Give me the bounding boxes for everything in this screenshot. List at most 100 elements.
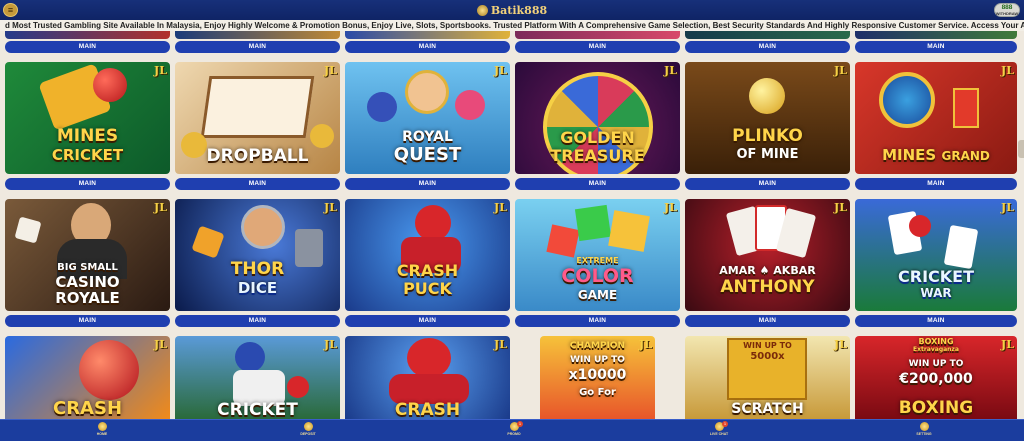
- game-title: COLOR: [561, 265, 634, 287]
- nav-setting[interactable]: SETTING: [904, 422, 944, 440]
- provider-badge: JL: [324, 64, 337, 77]
- main-button[interactable]: MAIN: [855, 178, 1017, 190]
- game-thumb-clipped[interactable]: [685, 31, 850, 39]
- main-button[interactable]: MAIN: [345, 315, 510, 327]
- game-title: TREASURE: [550, 146, 645, 165]
- nav-promo[interactable]: 1 PROMO: [494, 421, 534, 440]
- game-title: DICE: [237, 279, 278, 297]
- main-button[interactable]: MAIN: [515, 178, 680, 190]
- game-card-crash[interactable]: JL CRASH: [5, 336, 170, 419]
- deposit-icon: [303, 422, 313, 431]
- nav-label: LIVE CHAT: [709, 432, 729, 436]
- game-title: BOXING: [898, 398, 974, 418]
- nav-label: SETTING: [916, 432, 932, 436]
- game-card-thor-dice[interactable]: JL THOR DICE: [175, 199, 340, 311]
- nav-home[interactable]: HOME: [82, 422, 122, 440]
- main-button[interactable]: MAIN: [175, 41, 340, 53]
- game-card-dropball[interactable]: JL DROPBALL: [175, 62, 340, 174]
- helmet-graphic: [415, 205, 451, 241]
- marquee-ticker: d Most Trusted Gambling Site Available I…: [0, 20, 1024, 31]
- game-title: PUCK: [403, 279, 452, 298]
- game-card-extreme-color-game[interactable]: JL EXTREME COLOR GAME: [515, 199, 680, 311]
- game-title: CRICKET: [898, 267, 974, 286]
- game-card-cricket[interactable]: JL CRICKET: [175, 336, 340, 419]
- batsman-graphic: [235, 342, 265, 372]
- provider-badge: JL: [1001, 201, 1014, 214]
- main-button[interactable]: MAIN: [5, 178, 170, 190]
- game-card-scratch[interactable]: JL WIN UP TO 5000x SCRATCH: [685, 336, 850, 419]
- notification-badge: 1: [722, 421, 728, 427]
- game-thumb-clipped[interactable]: [515, 31, 680, 39]
- main-button[interactable]: MAIN: [685, 315, 850, 327]
- game-card-boxing[interactable]: JL BOXING Extravaganza WIN UP TO €200,00…: [855, 336, 1017, 419]
- game-card-golden-treasure[interactable]: JL GOLDEN TREASURE: [515, 62, 680, 174]
- main-button[interactable]: MAIN: [345, 41, 510, 53]
- king-graphic: [405, 70, 449, 114]
- nav-live-chat[interactable]: 1 LIVE CHAT: [699, 421, 739, 440]
- site-logo[interactable]: Batik888: [476, 4, 547, 17]
- game-title: WIN UP TO: [743, 341, 792, 350]
- nav-label: DEPOSIT: [300, 432, 316, 436]
- game-title: CRASH: [396, 261, 459, 280]
- ball-graphic: [79, 340, 139, 400]
- game-title: GAME: [577, 288, 618, 302]
- game-title: MINES GRAND: [882, 146, 990, 164]
- game-card-plinko-of-mine[interactable]: JL PLINKO OF MINE: [685, 62, 850, 174]
- game-thumb-clipped[interactable]: [345, 31, 510, 39]
- side-scroll-tab[interactable]: [1018, 140, 1024, 158]
- provider-badge: JL: [324, 338, 337, 351]
- nav-deposit[interactable]: DEPOSIT: [288, 422, 328, 440]
- game-card-crash-football[interactable]: JL CRASH: [345, 336, 510, 419]
- ball-graphic: [749, 78, 785, 114]
- game-title: THOR: [230, 259, 285, 279]
- main-button[interactable]: MAIN: [345, 178, 510, 190]
- setting-icon: [919, 422, 929, 431]
- notification-badge: 1: [517, 421, 523, 427]
- game-title: 5000x: [750, 351, 785, 362]
- game-title: CRASH: [52, 398, 123, 419]
- game-title: AMAR ♠ AKBAR: [719, 264, 816, 277]
- game-card-champion-scratch[interactable]: JL CHAMPION WIN UP TO x10000 Go For: [540, 336, 655, 419]
- game-thumb-clipped[interactable]: [855, 31, 1017, 39]
- nav-label: HOME: [96, 432, 108, 436]
- balance-badge[interactable]: 888 WITHDRAW: [994, 3, 1020, 17]
- game-thumb-clipped[interactable]: [5, 31, 170, 39]
- game-card-royal-quest[interactable]: JL ROYAL QUEST: [345, 62, 510, 174]
- provider-badge: JL: [494, 64, 507, 77]
- game-title: PLINKO: [732, 126, 803, 146]
- menu-icon[interactable]: ≡: [3, 3, 18, 17]
- main-button[interactable]: MAIN: [685, 41, 850, 53]
- game-card-mines-cricket[interactable]: JL MINES CRICKET: [5, 62, 170, 174]
- game-card-crash-puck[interactable]: JL CRASH PUCK: [345, 199, 510, 311]
- firecracker-graphic: [953, 88, 979, 128]
- game-card-casino-royale[interactable]: JL BIG SMALL CASINO ROYALE: [5, 199, 170, 311]
- game-title: QUEST: [393, 144, 462, 165]
- game-thumb-clipped[interactable]: [175, 31, 340, 39]
- game-title: CRICKET: [217, 400, 298, 419]
- game-card-mines-grand[interactable]: JL MINES GRAND: [855, 62, 1017, 174]
- game-card-cricket-war[interactable]: JL CRICKET WAR: [855, 199, 1017, 311]
- main-button[interactable]: MAIN: [175, 178, 340, 190]
- game-title: CRICKET: [51, 146, 124, 164]
- game-title: OF MINE: [736, 147, 799, 162]
- bottom-nav: HOME DEPOSIT 1 PROMO 1 LIVE CHAT SETTING: [0, 419, 1024, 441]
- provider-badge: JL: [494, 201, 507, 214]
- provider-badge: JL: [834, 64, 847, 77]
- game-card-amar-akbar-anthony[interactable]: JL AMAR ♠ AKBAR ANTHONY: [685, 199, 850, 311]
- game-title: MINES: [56, 126, 119, 146]
- main-button[interactable]: MAIN: [515, 315, 680, 327]
- provider-badge: JL: [154, 338, 167, 351]
- main-button[interactable]: MAIN: [175, 315, 340, 327]
- main-button[interactable]: MAIN: [5, 315, 170, 327]
- home-icon: [97, 422, 107, 431]
- game-title: BIG SMALL: [57, 262, 118, 273]
- main-button[interactable]: MAIN: [685, 178, 850, 190]
- game-title: SCRATCH: [731, 401, 804, 417]
- main-button[interactable]: MAIN: [515, 41, 680, 53]
- main-button[interactable]: MAIN: [855, 41, 1017, 53]
- main-button[interactable]: MAIN: [855, 315, 1017, 327]
- game-title: Go For: [579, 387, 616, 398]
- logo-icon: [476, 4, 488, 16]
- ball-graphic: [287, 376, 309, 398]
- main-button[interactable]: MAIN: [5, 41, 170, 53]
